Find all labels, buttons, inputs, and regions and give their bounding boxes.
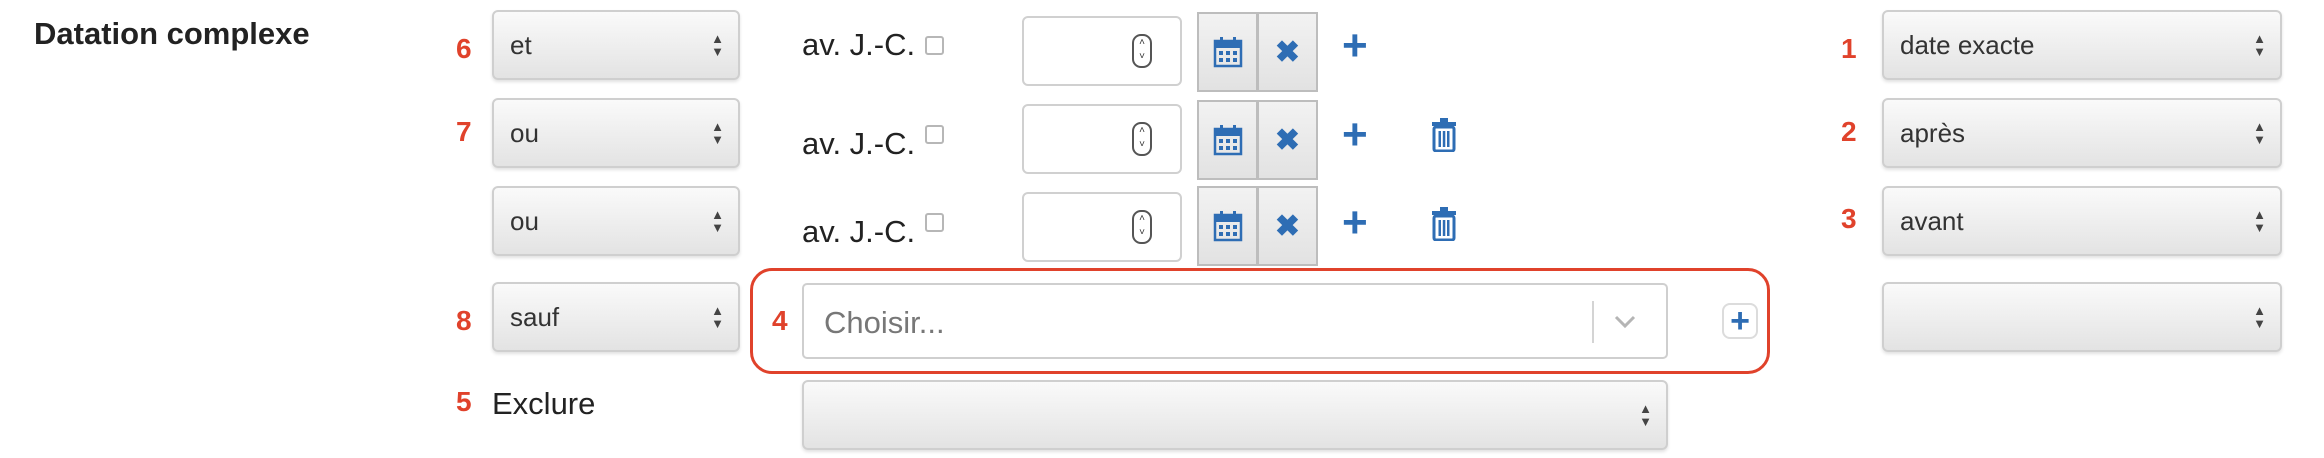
up-down-arrows-icon: ▲ ▼ bbox=[2253, 119, 2266, 147]
qualifier-select-row3[interactable]: avant ▲ ▼ bbox=[1882, 186, 2282, 256]
marker-3: 3 bbox=[1841, 203, 1857, 234]
add-button-row2[interactable]: + bbox=[1342, 113, 1368, 157]
combobox-placeholder: Choisir... bbox=[824, 305, 945, 340]
up-down-arrows-icon: ▲ ▼ bbox=[2253, 31, 2266, 59]
delete-button-row3[interactable] bbox=[1430, 207, 1458, 246]
trash-icon bbox=[1432, 118, 1456, 153]
up-down-arrows-icon: ▲ ▼ bbox=[711, 207, 724, 235]
close-icon: ✖ bbox=[1274, 123, 1301, 157]
exclure-select[interactable]: ▲ ▼ bbox=[802, 380, 1668, 450]
close-icon: ✖ bbox=[1274, 35, 1301, 69]
bc-checkbox-row2[interactable] bbox=[925, 125, 944, 144]
calendar-button-row2[interactable] bbox=[1197, 100, 1258, 180]
bc-label: av. J.-C. bbox=[802, 126, 916, 161]
up-down-arrows-icon: ▲ ▼ bbox=[711, 31, 724, 59]
number-spinner-icon[interactable]: ˄ ˅ bbox=[1132, 34, 1152, 68]
exclure-label: Exclure bbox=[492, 386, 596, 421]
marker-5: 5 bbox=[456, 386, 472, 417]
operator-value: et bbox=[510, 29, 532, 60]
qualifier-value: date exacte bbox=[1900, 29, 2035, 60]
bc-checkbox-row3[interactable] bbox=[925, 213, 944, 232]
calendar-button-row1[interactable] bbox=[1197, 12, 1258, 92]
up-down-arrows-icon: ▲ ▼ bbox=[1639, 401, 1652, 429]
section-title: Datation complexe bbox=[34, 16, 310, 51]
clear-button-row2[interactable]: ✖ bbox=[1257, 100, 1318, 180]
qualifier-select-sauf[interactable]: ▲ ▼ bbox=[1882, 282, 2282, 352]
marker-2: 2 bbox=[1841, 116, 1857, 147]
marker-1: 1 bbox=[1841, 33, 1857, 64]
marker-8: 8 bbox=[456, 305, 472, 336]
calendar-icon bbox=[1213, 125, 1242, 156]
bc-checkbox-row1[interactable] bbox=[925, 36, 944, 55]
close-icon: ✖ bbox=[1274, 209, 1301, 243]
calendar-icon bbox=[1213, 211, 1242, 242]
year-input-row3[interactable]: ˄ ˅ bbox=[1022, 192, 1182, 262]
add-button-row3[interactable]: + bbox=[1342, 201, 1368, 245]
delete-button-row2[interactable] bbox=[1430, 118, 1458, 157]
clear-button-row1[interactable]: ✖ bbox=[1257, 12, 1318, 92]
year-input-row1[interactable]: ˄ ˅ bbox=[1022, 16, 1182, 86]
choice-combobox[interactable]: Choisir... bbox=[802, 283, 1668, 359]
calendar-button-row3[interactable] bbox=[1197, 186, 1258, 266]
operator-value: ou bbox=[510, 117, 539, 148]
qualifier-value: après bbox=[1900, 117, 1966, 148]
year-input-row2[interactable]: ˄ ˅ bbox=[1022, 104, 1182, 174]
plus-icon: + bbox=[1342, 198, 1368, 247]
marker-6: 6 bbox=[456, 33, 472, 64]
marker-4: 4 bbox=[772, 305, 788, 336]
operator-select-sauf[interactable]: sauf ▲ ▼ bbox=[492, 282, 740, 352]
operator-value: sauf bbox=[510, 301, 560, 332]
add-button-row1[interactable]: + bbox=[1342, 24, 1368, 68]
up-down-arrows-icon: ▲ ▼ bbox=[711, 119, 724, 147]
up-down-arrows-icon: ▲ ▼ bbox=[2253, 303, 2266, 331]
trash-icon bbox=[1432, 207, 1456, 242]
clear-button-row3[interactable]: ✖ bbox=[1257, 186, 1318, 266]
calendar-icon bbox=[1213, 37, 1242, 68]
bc-label: av. J.-C. bbox=[802, 27, 916, 62]
combobox-separator bbox=[1592, 301, 1594, 343]
qualifier-select-row1[interactable]: date exacte ▲ ▼ bbox=[1882, 10, 2282, 80]
chevron-down-icon[interactable] bbox=[1612, 309, 1638, 335]
operator-select-row1[interactable]: et ▲ ▼ bbox=[492, 10, 740, 80]
qualifier-value: avant bbox=[1900, 205, 1964, 236]
plus-icon: + bbox=[1730, 302, 1750, 340]
operator-value: ou bbox=[510, 205, 539, 236]
up-down-arrows-icon: ▲ ▼ bbox=[711, 303, 724, 331]
operator-select-row2[interactable]: ou ▲ ▼ bbox=[492, 98, 740, 168]
plus-icon: + bbox=[1342, 21, 1368, 70]
operator-select-row3[interactable]: ou ▲ ▼ bbox=[492, 186, 740, 256]
plus-icon: + bbox=[1342, 110, 1368, 159]
marker-7: 7 bbox=[456, 116, 472, 147]
up-down-arrows-icon: ▲ ▼ bbox=[2253, 207, 2266, 235]
add-choice-button[interactable]: + bbox=[1722, 303, 1758, 339]
number-spinner-icon[interactable]: ˄ ˅ bbox=[1132, 122, 1152, 156]
bc-label: av. J.-C. bbox=[802, 214, 916, 249]
qualifier-select-row2[interactable]: après ▲ ▼ bbox=[1882, 98, 2282, 168]
number-spinner-icon[interactable]: ˄ ˅ bbox=[1132, 210, 1152, 244]
